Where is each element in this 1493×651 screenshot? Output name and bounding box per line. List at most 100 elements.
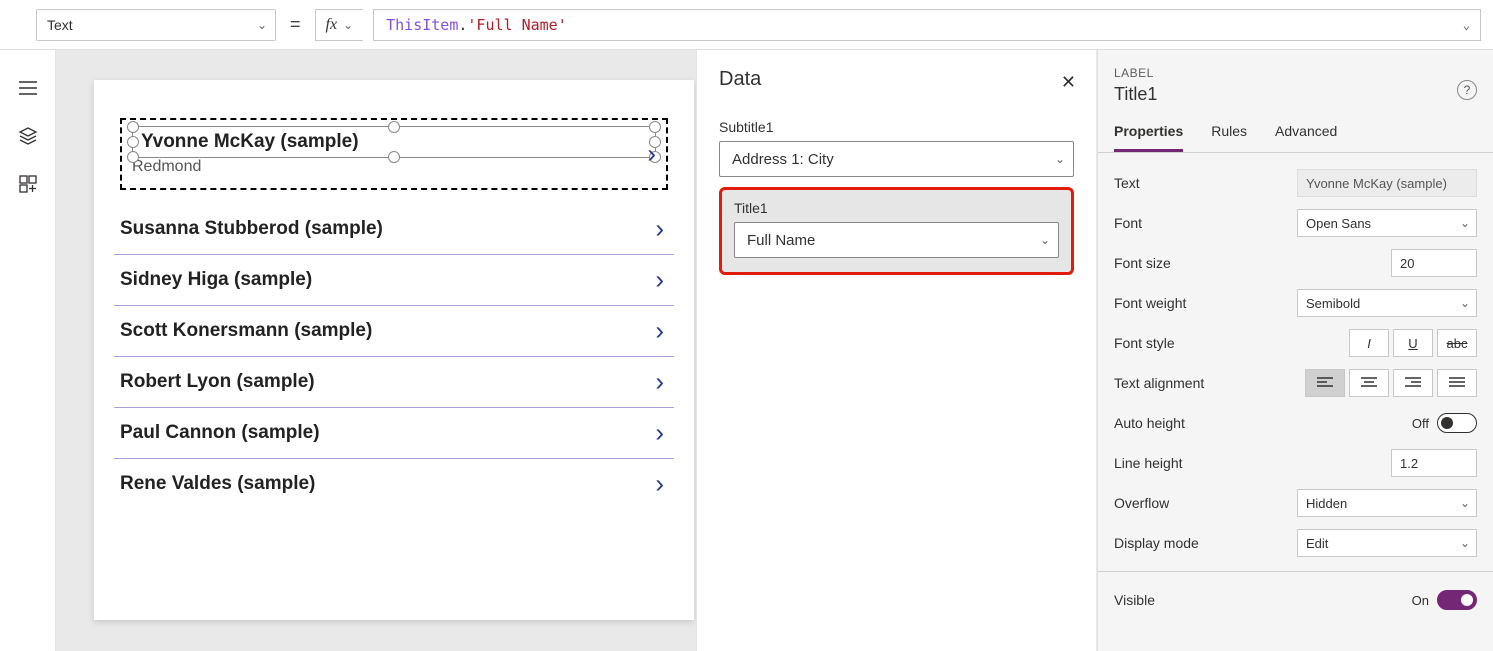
formula-token-dot: . (458, 16, 467, 34)
item-title: Sidney Higa (sample) (120, 269, 668, 291)
item-title: Robert Lyon (sample) (120, 371, 668, 393)
data-panel: Data ✕ Subtitle1 Address 1: City ⌄ Title… (696, 50, 1096, 651)
chevron-down-icon: ⌄ (343, 18, 353, 32)
chevron-right-icon[interactable]: › (655, 316, 664, 347)
chevron-down-icon: ⌄ (1460, 536, 1470, 550)
property-pane: LABEL Title1 ? Properties Rules Advanced… (1097, 50, 1493, 651)
hamburger-icon[interactable] (18, 78, 38, 98)
prop-fontstyle-label: Font style (1114, 335, 1175, 351)
gallery-item[interactable]: Susanna Stubberod (sample) › (114, 204, 674, 255)
control-kind: LABEL (1114, 66, 1477, 80)
formula-input[interactable]: ThisItem . 'Full Name' ⌄ (373, 9, 1481, 41)
prop-lineheight-label: Line height (1114, 455, 1183, 471)
chevron-down-icon: ⌄ (1040, 233, 1050, 247)
chevron-down-icon: ⌄ (257, 18, 267, 32)
align-left-button[interactable] (1305, 369, 1345, 397)
italic-button[interactable]: I (1349, 329, 1389, 357)
strikethrough-button[interactable]: abc (1437, 329, 1477, 357)
control-name: Title1 (1114, 84, 1477, 105)
prop-autoheight-label: Auto height (1114, 415, 1185, 431)
field-select-subtitle[interactable]: Address 1: City ⌄ (719, 141, 1074, 177)
property-tabs: Properties Rules Advanced (1098, 105, 1493, 153)
underline-button[interactable]: U (1393, 329, 1433, 357)
prop-text-value[interactable]: Yvonne McKay (sample) (1297, 169, 1477, 197)
chevron-down-icon: ⌄ (1460, 496, 1470, 510)
close-icon[interactable]: ✕ (1061, 72, 1076, 93)
autoheight-toggle[interactable] (1437, 413, 1477, 433)
formula-token-property: 'Full Name' (467, 16, 566, 34)
field-value: Full Name (747, 232, 815, 249)
handle[interactable] (388, 151, 400, 163)
field-value: Address 1: City (732, 151, 834, 168)
visible-state: On (1412, 593, 1429, 608)
screen-card: Yvonne McKay (sample) Redmond › Susanna … (94, 80, 694, 620)
tab-properties[interactable]: Properties (1114, 123, 1183, 152)
formula-bar: Text ⌄ = fx ⌄ ThisItem . 'Full Name' ⌄ (0, 0, 1493, 50)
chevron-down-icon: ⌄ (1460, 216, 1470, 230)
prop-displaymode-select[interactable]: Edit⌄ (1297, 529, 1477, 557)
chevron-down-icon: ⌄ (1055, 152, 1065, 166)
chevron-right-icon[interactable]: › (655, 214, 664, 245)
field-select-title[interactable]: Full Name ⌄ (734, 222, 1059, 258)
layers-icon[interactable] (18, 126, 38, 146)
prop-visible-label: Visible (1114, 592, 1155, 608)
item-title: Yvonne McKay (sample) (141, 131, 359, 153)
item-title: Susanna Stubberod (sample) (120, 218, 668, 240)
prop-font-label: Font (1114, 215, 1142, 231)
field-title-highlight: Title1 Full Name ⌄ (719, 187, 1074, 275)
fx-button[interactable]: fx ⌄ (315, 9, 364, 41)
align-right-button[interactable] (1393, 369, 1433, 397)
prop-fontweight-select[interactable]: Semibold⌄ (1297, 289, 1477, 317)
equals-sign: = (286, 14, 305, 35)
fx-icon: fx (326, 16, 338, 34)
chevron-right-icon[interactable]: › (655, 418, 664, 449)
insert-icon[interactable] (18, 174, 38, 194)
prop-displaymode-label: Display mode (1114, 535, 1199, 551)
align-center-button[interactable] (1349, 369, 1389, 397)
align-justify-button[interactable] (1437, 369, 1477, 397)
selection-outline: Yvonne McKay (sample) Redmond › (120, 118, 668, 190)
gallery-item-selected[interactable]: Yvonne McKay (sample) Redmond › (114, 104, 674, 204)
field-label: Subtitle1 (719, 119, 1074, 135)
prop-overflow-label: Overflow (1114, 495, 1169, 511)
item-title: Scott Konersmann (sample) (120, 320, 668, 342)
prop-overflow-select[interactable]: Hidden⌄ (1297, 489, 1477, 517)
formula-token-object: ThisItem (386, 16, 458, 34)
canvas[interactable]: Yvonne McKay (sample) Redmond › Susanna … (56, 50, 1097, 651)
selected-title-control[interactable]: Yvonne McKay (sample) (132, 126, 656, 158)
visible-toggle[interactable] (1437, 590, 1477, 610)
item-title: Rene Valdes (sample) (120, 473, 668, 495)
autoheight-state: Off (1412, 416, 1429, 431)
chevron-down-icon: ⌄ (1460, 296, 1470, 310)
chevron-right-icon[interactable]: › (647, 139, 656, 170)
prop-fontsize-label: Font size (1114, 255, 1171, 271)
handle[interactable] (127, 136, 139, 148)
chevron-right-icon[interactable]: › (655, 265, 664, 296)
gallery-item[interactable]: Sidney Higa (sample) › (114, 255, 674, 306)
field-label: Title1 (734, 200, 1059, 216)
handle[interactable] (127, 151, 139, 163)
help-icon[interactable]: ? (1457, 80, 1477, 100)
property-selector-value: Text (47, 17, 73, 33)
field-subtitle: Subtitle1 Address 1: City ⌄ (719, 119, 1074, 177)
chevron-right-icon[interactable]: › (655, 469, 664, 500)
chevron-down-icon: ⌄ (1463, 18, 1470, 32)
handle[interactable] (649, 121, 661, 133)
gallery-item[interactable]: Rene Valdes (sample) › (114, 459, 674, 509)
prop-lineheight-input[interactable]: 1.2 (1391, 449, 1477, 477)
gallery-item[interactable]: Scott Konersmann (sample) › (114, 306, 674, 357)
tab-advanced[interactable]: Advanced (1275, 123, 1337, 152)
prop-font-select[interactable]: Open Sans⌄ (1297, 209, 1477, 237)
divider (1098, 571, 1493, 572)
gallery-item[interactable]: Paul Cannon (sample) › (114, 408, 674, 459)
property-selector[interactable]: Text ⌄ (36, 9, 276, 41)
handle[interactable] (388, 121, 400, 133)
left-rail (0, 50, 56, 651)
chevron-right-icon[interactable]: › (655, 367, 664, 398)
tab-rules[interactable]: Rules (1211, 123, 1247, 152)
gallery-item[interactable]: Robert Lyon (sample) › (114, 357, 674, 408)
prop-fontweight-label: Font weight (1114, 295, 1186, 311)
prop-align-label: Text alignment (1114, 375, 1204, 391)
prop-fontsize-input[interactable]: 20 (1391, 249, 1477, 277)
handle[interactable] (127, 121, 139, 133)
